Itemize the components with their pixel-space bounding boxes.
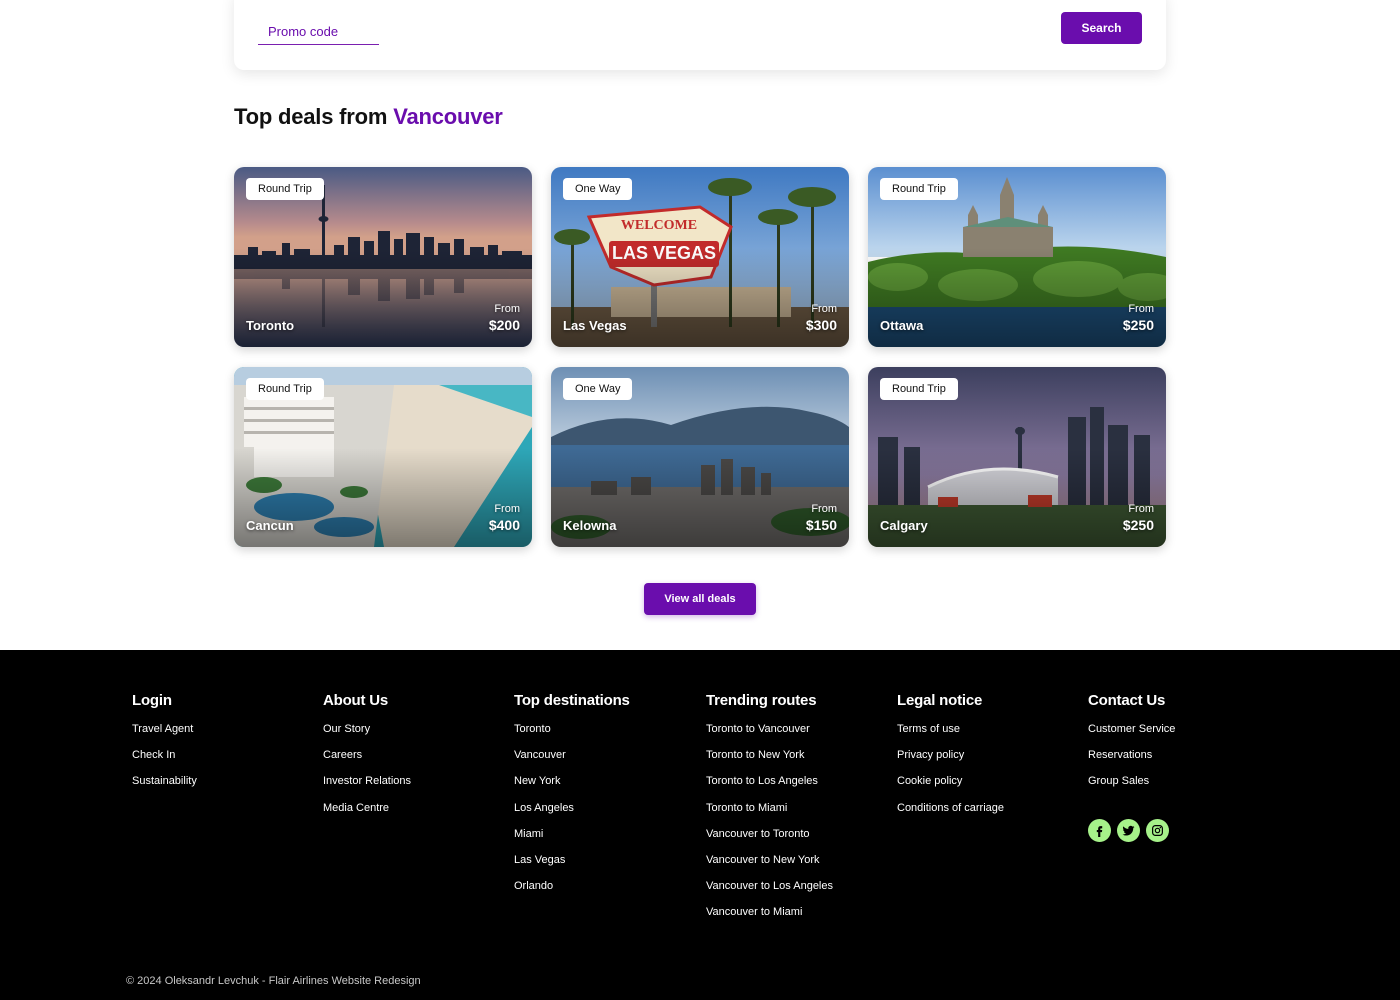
footer-link[interactable]: Privacy policy bbox=[897, 748, 1077, 774]
footer-link[interactable]: Los Angeles bbox=[514, 801, 694, 827]
search-button[interactable]: Search bbox=[1061, 12, 1142, 44]
deal-price: $250 bbox=[1122, 517, 1154, 533]
footer-col-routes: Trending routes Toronto to Vancouver Tor… bbox=[706, 692, 886, 932]
trip-type-badge: Round Trip bbox=[246, 378, 324, 400]
footer-link[interactable]: Reservations bbox=[1088, 748, 1268, 774]
footer-col-title: About Us bbox=[323, 692, 389, 709]
footer-link[interactable]: Sustainability bbox=[132, 774, 312, 800]
deal-price: $250 bbox=[1122, 317, 1154, 333]
deals-origin-city: Vancouver bbox=[393, 104, 503, 129]
deal-card-ottawa[interactable]: Round Trip Ottawa From $250 bbox=[868, 167, 1166, 347]
footer-col-destinations: Top destinations Toronto Vancouver New Y… bbox=[514, 692, 694, 905]
footer-link[interactable]: Careers bbox=[323, 748, 503, 774]
price-prefix: From bbox=[1128, 303, 1154, 315]
promo-code-input[interactable] bbox=[258, 18, 379, 44]
deal-card-cancun[interactable]: Round Trip Cancun From $400 bbox=[234, 367, 532, 547]
footer-link[interactable]: Vancouver bbox=[514, 748, 694, 774]
footer-col-title: Top destinations bbox=[514, 692, 630, 709]
footer-link[interactable]: Las Vegas bbox=[514, 853, 694, 879]
trip-type-badge: One Way bbox=[563, 378, 633, 400]
deal-card-las-vegas[interactable]: LAS VEGAS WELCOME One Way Las Vegas From… bbox=[551, 167, 849, 347]
trip-type-badge: Round Trip bbox=[880, 378, 958, 400]
footer-link[interactable]: Toronto to Los Angeles bbox=[706, 774, 886, 800]
footer-link[interactable]: Toronto to New York bbox=[706, 748, 886, 774]
deal-price: $200 bbox=[488, 317, 520, 333]
destination-city: Toronto bbox=[246, 318, 295, 333]
deal-card-kelowna[interactable]: One Way Kelowna From $150 bbox=[551, 367, 849, 547]
footer-col-title: Legal notice bbox=[897, 692, 983, 709]
facebook-icon[interactable] bbox=[1088, 818, 1111, 842]
destination-city: Las Vegas bbox=[563, 318, 627, 333]
footer-col-title: Contact Us bbox=[1088, 692, 1166, 709]
footer-link[interactable]: Toronto bbox=[514, 722, 694, 748]
deals-heading-prefix: Top deals from bbox=[234, 104, 388, 129]
footer-link[interactable]: Cookie policy bbox=[897, 774, 1077, 800]
deal-card-toronto[interactable]: Round Trip Toronto From $200 bbox=[234, 167, 532, 347]
footer-link[interactable]: Vancouver to New York bbox=[706, 853, 886, 879]
footer-link[interactable]: Toronto to Vancouver bbox=[706, 722, 886, 748]
trip-type-badge: Round Trip bbox=[880, 178, 958, 200]
footer-link[interactable]: Vancouver to Los Angeles bbox=[706, 879, 886, 905]
footer-link[interactable]: Vancouver to Miami bbox=[706, 905, 886, 931]
footer-link[interactable]: Investor Relations bbox=[323, 774, 503, 800]
destination-city: Ottawa bbox=[880, 318, 924, 333]
footer-link[interactable]: Toronto to Miami bbox=[706, 801, 886, 827]
view-all-deals-button[interactable]: View all deals bbox=[644, 583, 756, 615]
twitter-icon[interactable] bbox=[1117, 818, 1140, 842]
trip-type-badge: Round Trip bbox=[246, 178, 324, 200]
destination-city: Cancun bbox=[246, 518, 294, 533]
search-panel: Search bbox=[234, 0, 1166, 70]
price-prefix: From bbox=[811, 303, 837, 315]
instagram-icon[interactable] bbox=[1146, 818, 1169, 842]
footer-col-login: Login Travel Agent Check In Sustainabili… bbox=[132, 692, 312, 801]
deals-heading: Top deals from Vancouver bbox=[234, 104, 503, 130]
footer-link[interactable]: Customer Service bbox=[1088, 722, 1268, 748]
footer-link[interactable]: Travel Agent bbox=[132, 722, 312, 748]
deal-price: $400 bbox=[488, 517, 520, 533]
footer-link[interactable]: Vancouver to Toronto bbox=[706, 827, 886, 853]
footer-link[interactable]: Orlando bbox=[514, 879, 694, 905]
price-prefix: From bbox=[811, 503, 837, 515]
destination-city: Calgary bbox=[880, 518, 928, 533]
trip-type-badge: One Way bbox=[563, 178, 633, 200]
footer-link[interactable]: Terms of use bbox=[897, 722, 1077, 748]
deal-price: $300 bbox=[805, 317, 837, 333]
footer-link[interactable]: Group Sales bbox=[1088, 774, 1268, 800]
footer-col-title: Login bbox=[132, 692, 172, 709]
price-prefix: From bbox=[494, 303, 520, 315]
social-links bbox=[1088, 818, 1268, 842]
price-prefix: From bbox=[494, 503, 520, 515]
footer-link[interactable]: Check In bbox=[132, 748, 312, 774]
footer-link[interactable]: Media Centre bbox=[323, 801, 503, 827]
footer-col-contact: Contact Us Customer Service Reservations… bbox=[1088, 692, 1268, 842]
promo-code-field bbox=[258, 18, 379, 45]
site-footer: Login Travel Agent Check In Sustainabili… bbox=[0, 650, 1400, 1000]
deal-card-calgary[interactable]: Round Trip Calgary From $250 bbox=[868, 367, 1166, 547]
footer-link[interactable]: New York bbox=[514, 774, 694, 800]
footer-col-about: About Us Our Story Careers Investor Rela… bbox=[323, 692, 503, 827]
footer-link[interactable]: Miami bbox=[514, 827, 694, 853]
destination-city: Kelowna bbox=[563, 518, 617, 533]
footer-link[interactable]: Conditions of carriage bbox=[897, 801, 1077, 827]
price-prefix: From bbox=[1128, 503, 1154, 515]
footer-col-legal: Legal notice Terms of use Privacy policy… bbox=[897, 692, 1077, 827]
footer-link[interactable]: Our Story bbox=[323, 722, 503, 748]
copyright-text: © 2024 Oleksandr Levchuk - Flair Airline… bbox=[126, 975, 421, 987]
footer-col-title: Trending routes bbox=[706, 692, 817, 709]
deal-price: $150 bbox=[805, 517, 837, 533]
